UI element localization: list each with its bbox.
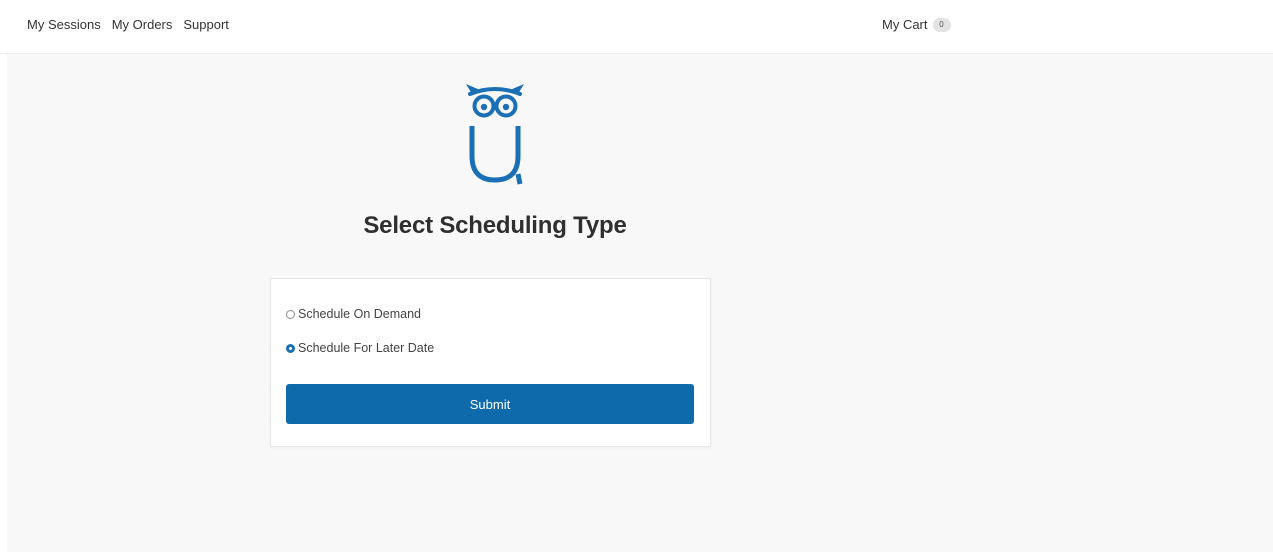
nav-my-sessions[interactable]: My Sessions bbox=[27, 17, 101, 32]
top-navbar: My Sessions My Orders Support My Cart 0 bbox=[0, 0, 1273, 54]
submit-button[interactable]: Submit bbox=[286, 384, 694, 424]
option-schedule-for-later-date[interactable]: Schedule For Later Date bbox=[286, 341, 434, 355]
page-title: Select Scheduling Type bbox=[363, 212, 627, 239]
main-content: Select Scheduling Type Schedule On Deman… bbox=[7, 54, 1273, 552]
scheduling-form-card: Schedule On Demand Schedule For Later Da… bbox=[270, 278, 711, 447]
nav-support[interactable]: Support bbox=[183, 17, 229, 32]
cart-count-badge: 0 bbox=[932, 17, 951, 32]
owl-icon bbox=[466, 84, 524, 185]
radio-schedule-on-demand[interactable] bbox=[286, 309, 295, 319]
cart-label: My Cart bbox=[882, 17, 928, 32]
nav-my-orders[interactable]: My Orders bbox=[112, 17, 173, 32]
option-schedule-on-demand[interactable]: Schedule On Demand bbox=[286, 307, 421, 321]
main-nav: My Sessions My Orders Support bbox=[27, 17, 229, 32]
my-cart-link[interactable]: My Cart 0 bbox=[882, 17, 951, 32]
option-label: Schedule On Demand bbox=[298, 307, 421, 321]
radio-schedule-for-later-date[interactable] bbox=[286, 343, 295, 353]
option-label: Schedule For Later Date bbox=[298, 341, 435, 355]
